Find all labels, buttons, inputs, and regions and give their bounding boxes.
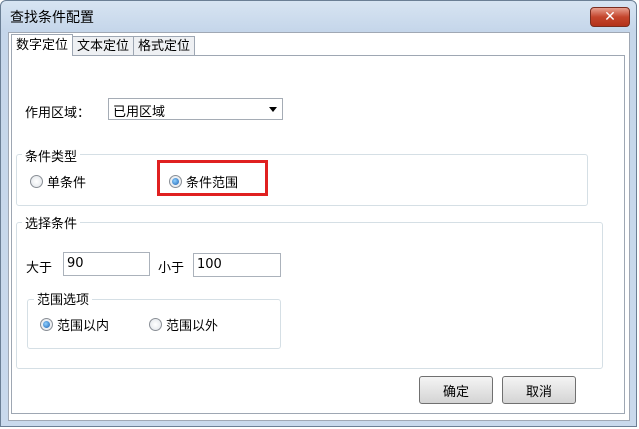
- radio-range-inside[interactable]: 范围以内: [40, 315, 109, 334]
- tab-format-locate[interactable]: 格式定位: [133, 36, 196, 56]
- radio-checked-icon: [40, 318, 53, 331]
- radio-unchecked-icon: [149, 318, 162, 331]
- ok-button[interactable]: 确定: [419, 376, 493, 404]
- less-than-label: 小于: [158, 261, 185, 276]
- window-title: 查找条件配置: [10, 10, 94, 26]
- radio-unchecked-icon: [30, 175, 43, 188]
- dialog-body: 数字定位 文本定位 格式定位 作用区域： 已用区域 条件类型 单条件 条件范围: [8, 32, 630, 421]
- highlight-box: [157, 160, 268, 196]
- radio-range-outside-label: 范围以外: [166, 319, 219, 334]
- title-bar[interactable]: 查找条件配置 ✕: [1, 1, 636, 31]
- less-than-input[interactable]: 100: [193, 253, 281, 277]
- greater-than-input[interactable]: 90: [63, 252, 150, 276]
- cancel-button[interactable]: 取消: [502, 376, 576, 404]
- condition-type-group: [16, 154, 588, 206]
- scope-select-value: 已用区域: [113, 105, 166, 120]
- scope-select[interactable]: 已用区域: [108, 98, 283, 120]
- tab-strip: 数字定位 文本定位 格式定位: [11, 34, 196, 56]
- condition-type-title: 条件类型: [22, 146, 81, 165]
- tab-text-locate[interactable]: 文本定位: [72, 36, 135, 56]
- radio-single-condition[interactable]: 单条件: [30, 172, 86, 191]
- tab-panel-number-locate: 作用区域： 已用区域 条件类型 单条件 条件范围 选择条件 大于 90 小于 1…: [11, 55, 625, 414]
- close-icon: ✕: [604, 9, 616, 25]
- range-options-title: 范围选项: [34, 289, 93, 308]
- dropdown-arrow-icon: [269, 107, 277, 112]
- greater-than-label: 大于: [26, 261, 53, 276]
- tab-number-locate[interactable]: 数字定位: [11, 34, 74, 56]
- radio-single-condition-label: 单条件: [47, 176, 87, 191]
- radio-range-outside[interactable]: 范围以外: [149, 315, 218, 334]
- close-button[interactable]: ✕: [590, 7, 630, 27]
- select-condition-title: 选择条件: [22, 213, 81, 232]
- scope-label: 作用区域：: [25, 106, 91, 121]
- radio-range-inside-label: 范围以内: [57, 319, 110, 334]
- dialog-window: 查找条件配置 ✕ 数字定位 文本定位 格式定位 作用区域： 已用区域 条件类型 …: [0, 0, 637, 427]
